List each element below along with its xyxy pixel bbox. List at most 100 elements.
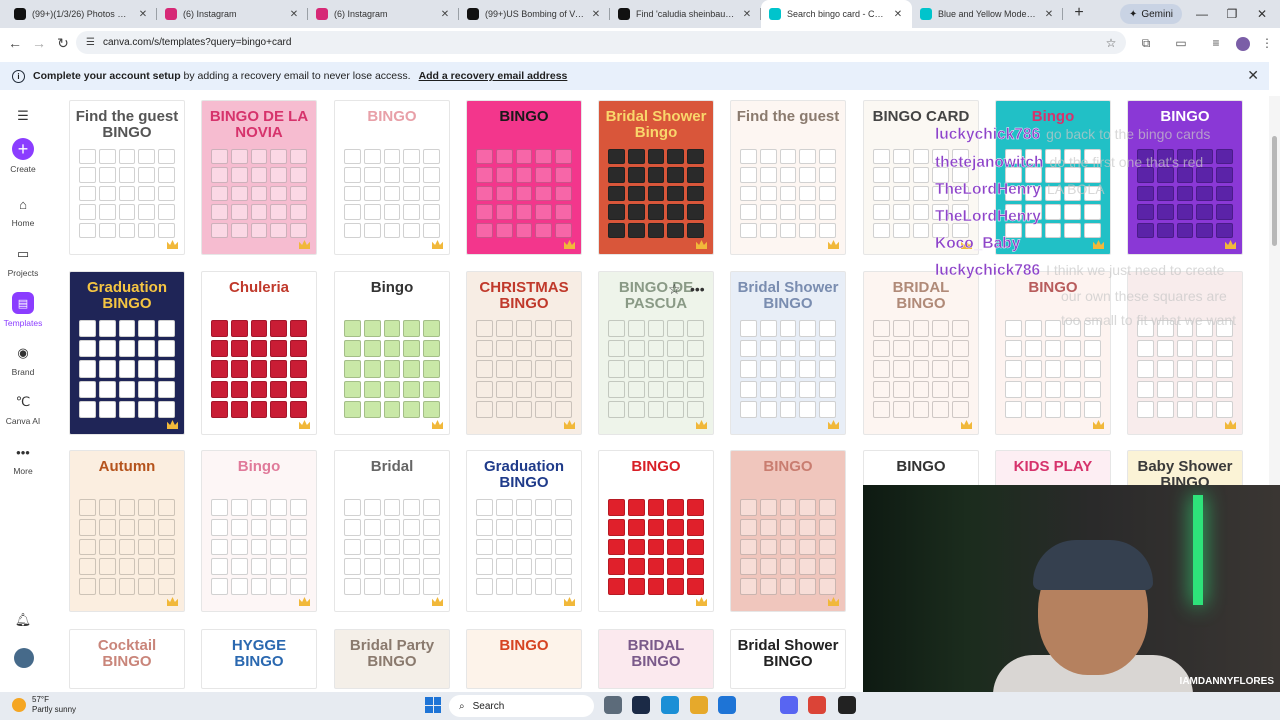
back-icon[interactable]: ← [4, 32, 26, 54]
template-card[interactable]: Bridal Shower BINGO [730, 271, 846, 435]
store-icon[interactable] [718, 696, 736, 714]
browser-tab[interactable]: Find 'caludia sheinbaum trun ✕ [610, 0, 761, 28]
bookmark-star-icon[interactable]: ☆ [1100, 32, 1122, 54]
template-card[interactable]: BINGO [334, 100, 450, 255]
template-card[interactable]: BRIDAL BINGO [598, 629, 714, 689]
sidebar-item-canva-ai[interactable]: ℃ Canva AI [0, 392, 46, 426]
star-icon[interactable]: ☆ [668, 281, 681, 298]
template-card[interactable]: CHRISTMAS BINGO [466, 271, 582, 435]
template-card[interactable]: BINGO [730, 450, 846, 612]
avatar[interactable] [14, 648, 34, 668]
reload-icon[interactable]: ↻ [52, 32, 74, 54]
restore-icon[interactable]: ❐ [1218, 4, 1246, 24]
tab-strip: (99+)(1/3/26) Photos obtaine✕(6) Instagr… [0, 0, 1280, 28]
chat-message: TheLordHenry [935, 208, 1047, 226]
chat-text: LA BOLA [1046, 181, 1105, 197]
template-card[interactable]: BINGO DE LA NOVIA [201, 100, 317, 255]
browser-menu-icon[interactable]: ⋮ [1256, 32, 1278, 54]
profile-avatar[interactable] [1232, 32, 1254, 54]
site-info-icon[interactable]: ☰ [86, 37, 95, 48]
template-card[interactable]: Bingo [334, 271, 450, 435]
template-card[interactable]: Autumn [69, 450, 185, 612]
browser-tab[interactable]: (6) Instagram ✕ [308, 0, 459, 28]
menu-icon[interactable]: ☰ [0, 106, 46, 130]
plus-icon: + [12, 138, 34, 160]
template-card[interactable]: Bridal [334, 450, 450, 612]
close-tab-icon[interactable]: ✕ [137, 9, 149, 20]
template-title: BRIDAL BINGO [627, 637, 685, 670]
template-card[interactable]: BRIDAL BINGO [863, 271, 979, 435]
premium-crown-icon [299, 597, 310, 606]
address-bar[interactable]: ☰ canva.com/s/templates?query=bingo+card [76, 31, 1126, 54]
taskbar-search[interactable]: ⌕ Search [449, 695, 594, 717]
scrollbar-thumb[interactable] [1272, 136, 1277, 246]
browser-tab[interactable]: (99+)(1/3/26) Photos obtaine ✕ [6, 0, 157, 28]
sidebar-item-projects[interactable]: ▭ Projects [0, 244, 46, 278]
template-card[interactable]: Bridal Party BINGO [334, 629, 450, 689]
template-card[interactable]: HYGGE BINGO [201, 629, 317, 689]
photoshop-icon[interactable] [632, 696, 650, 714]
template-card[interactable]: Graduation BINGO [69, 271, 185, 435]
media-controls-icon[interactable]: ≡ [1205, 32, 1227, 54]
file-explorer-icon[interactable] [604, 696, 622, 714]
close-tab-icon[interactable]: ✕ [892, 9, 904, 20]
discord-icon[interactable] [780, 696, 798, 714]
tab-title: (99+)(1/3/26) Photos obtaine [32, 9, 131, 19]
windows-start-icon[interactable] [425, 697, 441, 713]
notifications-icon[interactable]: 🔔︎ [0, 610, 46, 634]
template-title: Bridal Shower BINGO [737, 279, 839, 312]
template-card[interactable]: BINGO [466, 100, 582, 255]
close-tab-icon[interactable]: ✕ [590, 9, 602, 20]
premium-crown-icon [828, 597, 839, 606]
new-tab-button[interactable]: + [1067, 2, 1091, 26]
add-recovery-email-link[interactable]: Add a recovery email address [419, 70, 568, 82]
sidebar-item-brand[interactable]: ◉ Brand [0, 343, 46, 377]
browser-tab[interactable]: (6) Instagram ✕ [157, 0, 308, 28]
more-options-icon[interactable]: ••• [690, 281, 705, 297]
bingo-grid [476, 499, 572, 595]
bingo-grid [211, 149, 307, 238]
template-card[interactable]: BINGO CARD [863, 100, 979, 255]
sidebar-item-home[interactable]: ⌂ Home [0, 194, 46, 229]
cast-icon[interactable]: ▭ [1170, 32, 1192, 54]
sidebar-item-templates[interactable]: ▤ Templates [0, 292, 46, 328]
template-title: Autumn [98, 458, 156, 475]
sidebar-item-more[interactable]: ••• More [0, 442, 46, 477]
close-tab-icon[interactable]: ✕ [741, 9, 753, 20]
obs-icon[interactable] [838, 696, 856, 714]
weather-widget[interactable]: 57°F Partly sunny [12, 695, 76, 715]
taskbar-search-label: Search [472, 700, 505, 712]
premium-crown-icon [828, 420, 839, 429]
template-card[interactable]: BINGO [466, 629, 582, 689]
edge-icon[interactable] [661, 696, 679, 714]
forward-icon[interactable]: → [28, 32, 50, 54]
template-card[interactable]: Bingo [201, 450, 317, 612]
files-icon[interactable] [690, 696, 708, 714]
template-card[interactable]: Graduation BINGO [466, 450, 582, 612]
close-tab-icon[interactable]: ✕ [439, 9, 451, 20]
template-card[interactable]: Bridal Shower Bingo [598, 100, 714, 255]
template-card[interactable]: Find the guest [730, 100, 846, 255]
browser-tab[interactable]: (99+)US Bombing of Venezu ✕ [459, 0, 610, 28]
template-card[interactable]: Find the guest BINGO [69, 100, 185, 255]
close-tab-icon[interactable]: ✕ [1043, 9, 1055, 20]
template-title: CHRISTMAS BINGO [479, 279, 569, 312]
template-card[interactable]: Bingo [995, 100, 1111, 255]
template-title: BINGO [896, 458, 946, 475]
extensions-icon[interactable]: ⧉ [1135, 32, 1157, 54]
minimize-icon[interactable]: — [1188, 4, 1216, 24]
gemini-button[interactable]: ✦ Gemini [1120, 4, 1182, 24]
close-tab-icon[interactable]: ✕ [288, 9, 300, 20]
browser-tab[interactable]: Blue and Yellow Modern Brig ✕ [912, 0, 1063, 28]
close-icon[interactable]: ✕ [1247, 67, 1259, 84]
template-card[interactable]: Chuleria [201, 271, 317, 435]
template-card[interactable]: Cocktail BINGO [69, 629, 185, 689]
template-card[interactable]: BINGO [1127, 100, 1243, 255]
browser-tab[interactable]: Search bingo card - Canva ✕ [761, 0, 912, 28]
sidebar-item-create[interactable]: + Create [0, 138, 46, 174]
template-card[interactable]: BINGO [598, 450, 714, 612]
chrome-icon[interactable] [808, 696, 826, 714]
close-window-icon[interactable]: ✕ [1248, 4, 1276, 24]
template-card[interactable]: Bridal Shower BINGO [730, 629, 846, 689]
streamer-handle: IAMDANNYFLORES [1179, 676, 1274, 687]
